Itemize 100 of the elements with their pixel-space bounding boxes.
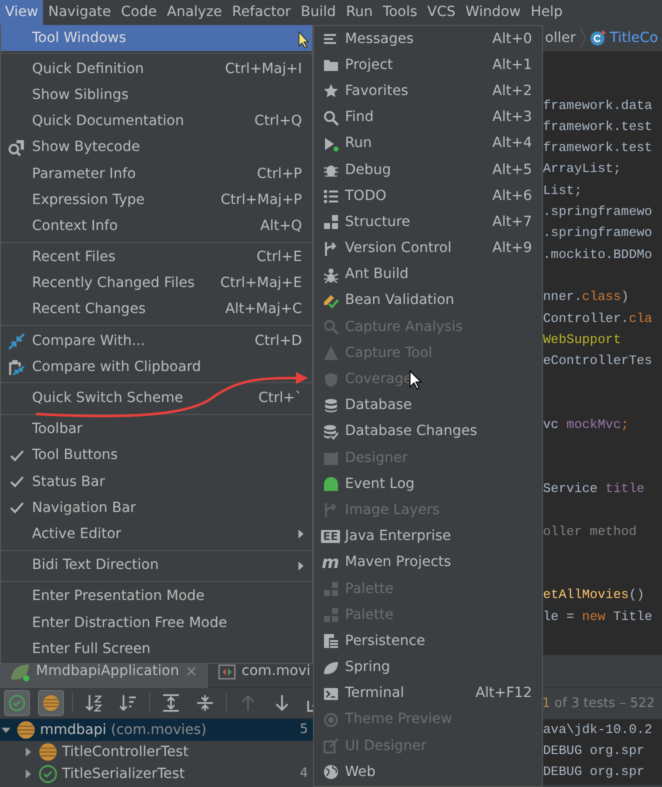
menu-item[interactable]: Tool Buttons <box>1 442 312 469</box>
menu-item[interactable]: Find Alt+3 <box>314 104 542 131</box>
dome-icon <box>322 476 338 492</box>
branch-icon <box>322 502 338 518</box>
menu-item[interactable]: Navigation Bar <box>1 495 312 522</box>
clipboard-icon <box>8 358 25 376</box>
menu-item[interactable]: Recent Changes Alt+Maj+C <box>1 296 312 324</box>
code-line: .springframewo <box>542 203 654 222</box>
menu-item[interactable]: Database Changes <box>314 418 542 445</box>
menu-bar-item[interactable]: Window <box>460 0 526 25</box>
menu-item[interactable]: Recent Files Ctrl+E <box>1 244 312 271</box>
terminal-icon <box>322 686 338 702</box>
code-line: framework.test <box>542 139 654 158</box>
test-tree-row[interactable]: TitleControllerTest <box>0 741 314 763</box>
menu-item[interactable]: Compare with Clipboard <box>1 354 312 380</box>
test-tree-row[interactable]: TitleSerializerTest 4 <box>0 763 314 785</box>
menu-item[interactable]: Show Siblings <box>1 82 312 109</box>
menu-item[interactable]: Enter Presentation Mode <box>1 584 312 610</box>
menu-item[interactable]: Quick Switch Scheme Ctrl+` <box>1 385 312 412</box>
menu-item[interactable]: Enter Distraction Free Mode <box>1 610 312 636</box>
code-line: Controller.cla <box>542 310 654 328</box>
search-icon <box>322 110 338 126</box>
code-line: eControllerTes <box>542 352 654 370</box>
test-name: mmdbapi (com.movies) <box>40 720 206 740</box>
menu-bar-item[interactable]: Run <box>340 0 378 25</box>
menu-bar-item[interactable]: Navigate <box>43 0 116 25</box>
star-icon <box>322 83 338 100</box>
menu-item[interactable]: Bidi Text Direction <box>1 552 312 579</box>
menu-item[interactable]: Compare With... Ctrl+D <box>1 328 312 354</box>
menu-bar-item[interactable]: VCS <box>422 0 461 25</box>
menu-item[interactable]: Run Alt+4 <box>314 130 542 157</box>
menu-item[interactable]: Quick Documentation Ctrl+Q <box>1 108 312 135</box>
sort-duration-icon <box>119 694 137 712</box>
spring-app-icon <box>10 662 30 682</box>
code-line: Service title <box>542 480 646 498</box>
code-line: le = new Title <box>542 608 654 626</box>
search-icon <box>322 319 338 336</box>
menu-item[interactable]: Project Alt+1 <box>314 52 542 78</box>
passed-filter-icon <box>8 694 26 712</box>
cursor-icon <box>298 30 309 49</box>
leaf-icon <box>322 660 338 676</box>
menu-item[interactable]: Context Info Alt+Q <box>1 213 312 240</box>
branch-icon <box>322 240 338 257</box>
code-line: .mockito.BDDMo <box>542 246 654 264</box>
play-icon <box>322 136 338 152</box>
code-line: etAllMovies() <box>542 586 646 604</box>
split-file-icon <box>218 662 236 680</box>
menu-item[interactable]: Persistence <box>314 628 542 654</box>
menu-item[interactable]: Tool Windows <box>1 25 312 52</box>
menu-item[interactable]: Event Log <box>314 471 542 498</box>
menu-item[interactable]: Ant Build <box>314 262 542 288</box>
ignored-filter-icon <box>42 694 60 712</box>
menu-item[interactable]: m Maven Projects <box>314 550 542 576</box>
menu-item[interactable]: Database <box>314 392 542 419</box>
sort-alpha-icon <box>85 694 103 712</box>
menu-item[interactable]: Toolbar <box>1 416 312 443</box>
test-tree-row[interactable]: mmdbapi (com.movies) 5 <box>0 719 314 741</box>
breadcrumb-item[interactable]: oller <box>545 28 576 48</box>
menu-item[interactable]: Show Bytecode <box>1 134 312 161</box>
breadcrumb-item[interactable]: TitleCo <box>610 28 658 48</box>
menu-item[interactable]: Parameter Info Ctrl+P <box>1 160 312 188</box>
glyph-icon: m <box>322 554 340 571</box>
cursor-icon <box>410 370 422 390</box>
folder-icon <box>322 57 338 74</box>
compare-arrows-icon <box>8 332 25 350</box>
menu-item[interactable]: Favorites Alt+2 <box>314 78 542 105</box>
console-line: DEBUG org.spr <box>542 742 646 760</box>
menu-item[interactable]: Recently Changed Files Ctrl+Maj+E <box>1 270 312 297</box>
check-circle-icon <box>38 764 58 784</box>
test-summary: 1 of 3 tests – 522 <box>541 695 656 713</box>
menu-bar-item[interactable]: Build <box>296 0 341 25</box>
menu-item[interactable]: Quick Definition Ctrl+Maj+I <box>1 56 312 82</box>
menu-bar-item[interactable]: View <box>0 0 44 25</box>
menu-bar-item[interactable]: Analyze <box>162 0 228 25</box>
menu-item[interactable]: Bean Validation <box>314 288 542 314</box>
menu-item[interactable]: Messages Alt+0 <box>314 26 542 52</box>
menu-item[interactable]: Debug Alt+5 <box>314 156 542 184</box>
menu-item[interactable]: Status Bar <box>1 469 312 496</box>
menu-item[interactable]: Structure Alt+7 <box>314 209 542 236</box>
down-arrow-icon <box>273 694 291 712</box>
duration-text: 4 <box>300 765 309 784</box>
menu-item[interactable]: EE Java Enterprise <box>314 524 542 550</box>
menu-item[interactable]: Version Control Alt+9 <box>314 236 542 262</box>
menu-bar-item[interactable]: Refactor <box>227 0 296 25</box>
test-name: TitleSerializerTest <box>62 764 185 784</box>
up-arrow-icon <box>239 694 257 712</box>
menu-bar-item[interactable]: Tools <box>378 0 422 25</box>
code-line: List; <box>542 182 584 200</box>
menu-item[interactable]: Expression Type Ctrl+Maj+P <box>1 187 312 214</box>
menu-item[interactable]: Web <box>314 759 542 786</box>
blocks-icon <box>322 214 338 230</box>
menu-bar-item[interactable]: Help <box>526 0 568 25</box>
code-line: framework.data <box>542 96 654 115</box>
menu-item[interactable]: TODO Alt+6 <box>314 183 542 210</box>
console-line: DEBUG org.spr <box>542 763 646 781</box>
class-icon <box>590 30 606 46</box>
chevron-icon <box>580 28 586 48</box>
menu-item[interactable]: Active Editor <box>1 521 312 548</box>
menu-bar-item[interactable]: Code <box>116 0 162 25</box>
pencil-check-icon <box>322 292 338 309</box>
